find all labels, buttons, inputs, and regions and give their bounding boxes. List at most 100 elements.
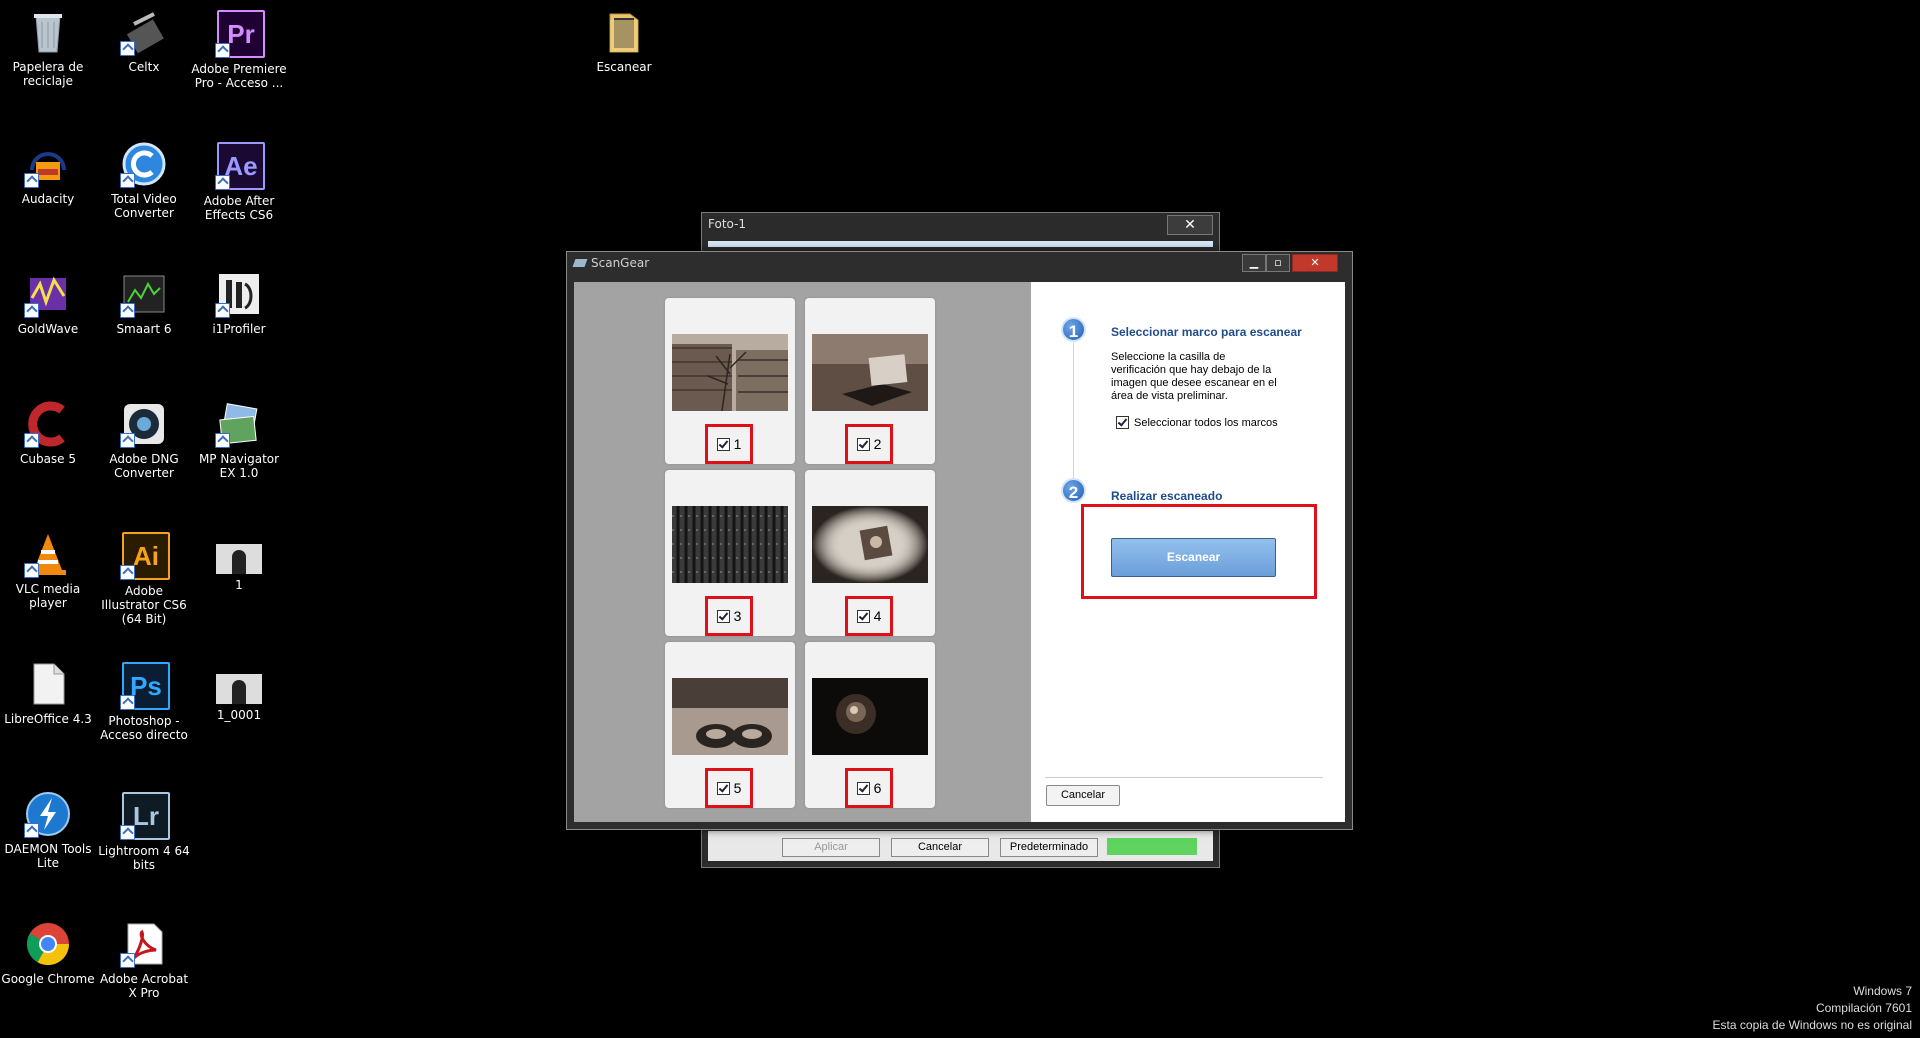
acrobat-icon xyxy=(120,920,168,968)
desktop-icon-vlc[interactable]: VLC media player xyxy=(0,530,96,610)
instructions-panel: 1 Seleccionar marco para escanear Selecc… xyxy=(1031,282,1345,822)
desktop-icon-after-effects[interactable]: Ae Adobe After Effects CS6 xyxy=(191,140,287,222)
dng-converter-icon xyxy=(120,400,168,448)
goldwave-icon xyxy=(24,270,72,318)
scanner-icon xyxy=(572,259,588,267)
desktop-icon-escanear-folder[interactable]: Escanear xyxy=(576,8,672,74)
primary-button[interactable] xyxy=(1107,838,1197,855)
shortcut-arrow-icon xyxy=(24,173,39,188)
frame-checkbox-2[interactable]: 2 xyxy=(845,424,893,464)
divider xyxy=(1045,777,1323,778)
desktop-icon-recycle-bin[interactable]: Papelera de reciclaje xyxy=(0,8,96,88)
photo-thumbnail xyxy=(812,334,928,411)
photo-thumbnail xyxy=(812,678,928,755)
frame-2[interactable]: 2 xyxy=(805,298,935,464)
frame-checkbox-4[interactable]: 4 xyxy=(845,596,893,636)
apply-button[interactable]: Aplicar xyxy=(782,838,880,857)
close-button[interactable]: ✕ xyxy=(1167,215,1213,235)
shortcut-arrow-icon xyxy=(120,433,135,448)
daemon-tools-icon xyxy=(24,790,72,838)
scangear-window: ScanGear ▁ ▫ ✕ 1 2 3 4 5 6 1 Seleccionar… xyxy=(566,251,1353,830)
cancel-button[interactable]: Cancelar xyxy=(1046,785,1120,806)
desktop-icon-adobe-illustrator[interactable]: Ai Adobe Illustrator CS6 (64 Bit) xyxy=(96,530,192,626)
checkbox-checked-icon xyxy=(856,781,870,795)
frame-3[interactable]: 3 xyxy=(665,470,795,636)
icon-label: Lightroom 4 64 bits xyxy=(98,844,190,872)
photo-thumbnail xyxy=(812,506,928,583)
frame-5[interactable]: 5 xyxy=(665,642,795,808)
cubase-icon xyxy=(24,400,72,448)
desktop-icon-adobe-dng-converter[interactable]: Adobe DNG Converter xyxy=(96,400,192,480)
step-1-description: Seleccione la casilla de verificación qu… xyxy=(1111,351,1277,402)
close-button[interactable]: ✕ xyxy=(1292,254,1338,272)
desktop-icon-lightroom[interactable]: Lr Lightroom 4 64 bits xyxy=(96,790,192,872)
shortcut-arrow-icon xyxy=(24,563,39,578)
i1profiler-icon xyxy=(215,270,263,318)
shortcut-arrow-icon xyxy=(120,173,135,188)
default-button[interactable]: Predeterminado xyxy=(1000,838,1098,857)
frame-checkbox-3[interactable]: 3 xyxy=(705,596,753,636)
audacity-icon xyxy=(24,140,72,188)
icon-label: Audacity xyxy=(21,192,75,206)
icon-label: Total Video Converter xyxy=(111,192,177,220)
desktop-icon-i1profiler[interactable]: i1Profiler xyxy=(191,270,287,336)
desktop-icon-mp-navigator[interactable]: MP Navigator EX 1.0 xyxy=(191,400,287,480)
desktop-icon-image-1[interactable]: 1 xyxy=(191,530,287,592)
scan-button[interactable]: Escanear xyxy=(1111,538,1276,577)
image-thumbnail-icon xyxy=(216,674,262,704)
frame-checkbox-6[interactable]: 6 xyxy=(845,768,893,808)
photo-thumbnail xyxy=(672,334,788,411)
shortcut-arrow-icon xyxy=(215,433,230,448)
icon-label: 1 xyxy=(235,578,243,592)
shortcut-arrow-icon xyxy=(215,43,230,58)
frame-1[interactable]: 1 xyxy=(665,298,795,464)
premiere-icon: Pr xyxy=(215,10,265,58)
desktop-icon-adobe-premiere[interactable]: Pr Adobe Premiere Pro - Acceso ... xyxy=(191,8,287,90)
frame-4[interactable]: 4 xyxy=(805,470,935,636)
lightroom-icon: Lr xyxy=(120,792,170,840)
smaart-icon xyxy=(120,270,168,318)
title-bar[interactable]: ScanGear ▁ ▫ ✕ xyxy=(567,252,1352,274)
celtx-icon xyxy=(120,8,168,56)
toolbar-strip xyxy=(708,241,1213,247)
desktop-icon-total-video-converter[interactable]: Total Video Converter xyxy=(96,140,192,220)
frame-checkbox-5[interactable]: 5 xyxy=(705,768,753,808)
select-all-frames[interactable]: Seleccionar todos los marcos xyxy=(1116,416,1278,429)
icon-label: Adobe Acrobat X Pro xyxy=(99,972,189,1000)
desktop-icon-audacity[interactable]: Audacity xyxy=(0,140,96,206)
shortcut-arrow-icon xyxy=(24,303,39,318)
desktop-icon-adobe-acrobat[interactable]: Adobe Acrobat X Pro xyxy=(96,920,192,1000)
preview-area: 1 2 3 4 5 6 xyxy=(574,282,1031,822)
vlc-cone-icon xyxy=(24,530,72,578)
desktop-icon-smaart[interactable]: Smaart 6 xyxy=(96,270,192,336)
icon-label: DAEMON Tools Lite xyxy=(4,842,92,870)
shortcut-arrow-icon xyxy=(215,303,230,318)
desktop-icon-photoshop[interactable]: Ps Photoshop - Acceso directo xyxy=(96,660,192,742)
desktop-icon-libreoffice[interactable]: LibreOffice 4.3 xyxy=(0,660,96,726)
desktop-icon-image-1-0001[interactable]: 1_0001 xyxy=(191,660,287,722)
desktop-icon-cubase[interactable]: Cubase 5 xyxy=(0,400,96,466)
frame-number: 3 xyxy=(733,608,742,624)
checkbox-checked-icon[interactable] xyxy=(1116,416,1129,429)
cancel-button[interactable]: Cancelar xyxy=(891,838,989,857)
after-effects-icon: Ae xyxy=(215,142,265,190)
frame-checkbox-1[interactable]: 1 xyxy=(705,424,753,464)
frame-6[interactable]: 6 xyxy=(805,642,935,808)
step-connector xyxy=(1073,332,1074,482)
shortcut-arrow-icon xyxy=(24,823,39,838)
checkbox-checked-icon xyxy=(716,781,730,795)
desktop-icon-google-chrome[interactable]: Google Chrome xyxy=(0,920,96,986)
maximize-button[interactable]: ▫ xyxy=(1266,254,1290,272)
watermark-line: Windows 7 xyxy=(1853,984,1912,998)
icon-label: Escanear xyxy=(596,60,652,74)
illustrator-icon: Ai xyxy=(120,532,170,580)
step-1-icon: 1 xyxy=(1061,317,1086,342)
shortcut-arrow-icon xyxy=(120,41,135,56)
minimize-button[interactable]: ▁ xyxy=(1242,254,1266,272)
checkbox-checked-icon xyxy=(856,437,870,451)
desktop-icon-celtx[interactable]: Celtx xyxy=(96,8,192,74)
folder-icon xyxy=(600,8,648,56)
desktop-icon-daemon-tools[interactable]: DAEMON Tools Lite xyxy=(0,790,96,870)
icon-label: Adobe Illustrator CS6 (64 Bit) xyxy=(101,584,187,626)
desktop-icon-goldwave[interactable]: GoldWave xyxy=(0,270,96,336)
